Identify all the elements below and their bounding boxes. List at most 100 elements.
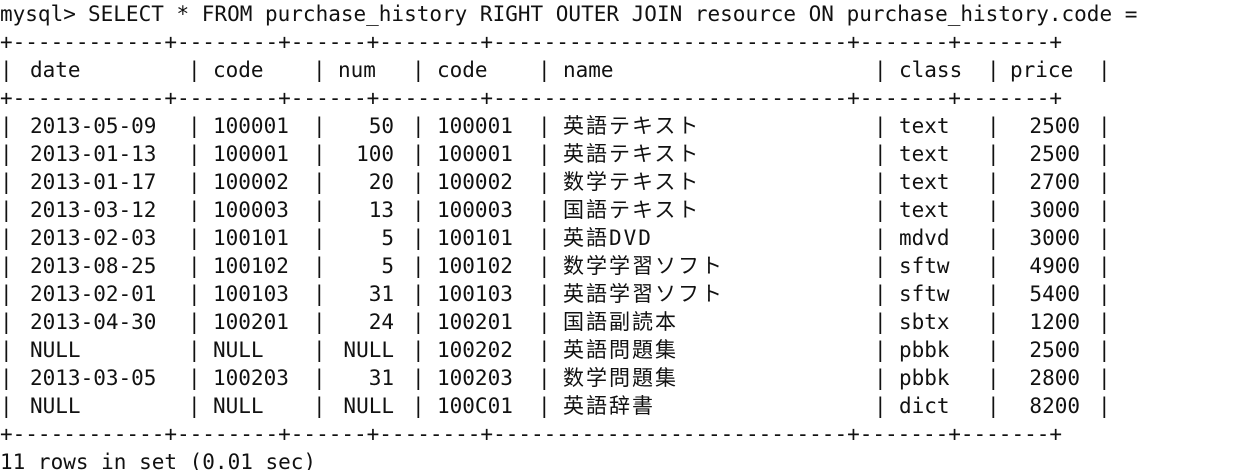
table-border-top: +------------+--------+------+--------+-… <box>0 28 1062 56</box>
column-separator: | <box>1098 366 1111 390</box>
column-separator: | <box>1098 394 1111 418</box>
column-separator: | <box>188 198 201 222</box>
column-separator: | <box>874 142 887 166</box>
column-separator: | <box>0 366 13 390</box>
cell-resource-code: 100202 <box>437 338 513 362</box>
table-header-row: | date | code | num | code | name | clas… <box>0 58 1111 82</box>
cell-price: 3000 <box>1029 198 1080 222</box>
cell-class: sftw <box>899 254 950 278</box>
column-separator: | <box>538 338 551 362</box>
cell-price: 2500 <box>1029 142 1080 166</box>
terminal-window[interactable]: mysql> SELECT * FROM purchase_history RI… <box>0 0 1254 470</box>
column-separator: | <box>874 366 887 390</box>
cell-code: 100001 <box>213 114 289 138</box>
cell-class: text <box>899 114 950 138</box>
cell-num: 5 <box>381 254 394 278</box>
column-separator: | <box>412 114 425 138</box>
column-separator: | <box>538 310 551 334</box>
cell-date: NULL <box>30 338 81 362</box>
cell-price: 3000 <box>1029 226 1080 250</box>
column-separator: | <box>0 282 13 306</box>
column-separator: | <box>987 338 1000 362</box>
column-separator: | <box>1098 170 1111 194</box>
cell-code: NULL <box>213 338 264 362</box>
column-separator: | <box>313 282 326 306</box>
table-border-mid: +------------+--------+------+--------+-… <box>0 84 1062 112</box>
column-separator: | <box>1098 310 1111 334</box>
column-separator: | <box>538 366 551 390</box>
column-separator: | <box>1098 226 1111 250</box>
column-header-price: price <box>1010 58 1074 82</box>
cell-num: 50 <box>368 114 394 138</box>
column-separator: | <box>412 226 425 250</box>
cell-num: 24 <box>368 310 394 334</box>
column-separator: | <box>874 338 887 362</box>
column-separator: | <box>874 254 887 278</box>
cell-name: 英語DVD <box>563 226 653 250</box>
column-separator: | <box>1098 142 1111 166</box>
cell-class: sbtx <box>899 310 950 334</box>
command-line: mysql> SELECT * FROM purchase_history RI… <box>0 0 1137 28</box>
column-header-class: class <box>899 58 963 82</box>
cell-class: mdvd <box>899 226 950 250</box>
column-separator: | <box>412 142 425 166</box>
column-separator: | <box>538 198 551 222</box>
cell-class: sftw <box>899 282 950 306</box>
cell-price: 2700 <box>1029 170 1080 194</box>
column-separator: | <box>313 394 326 418</box>
column-separator: | <box>188 338 201 362</box>
cell-price: 2800 <box>1029 366 1080 390</box>
column-separator: | <box>313 366 326 390</box>
cell-name: 英語問題集 <box>563 338 678 362</box>
column-separator: | <box>987 394 1000 418</box>
column-separator: | <box>313 170 326 194</box>
cell-code: 100003 <box>213 198 289 222</box>
cell-date: 2013-08-25 <box>30 254 157 278</box>
rows-count-text: 11 rows in set (0.01 sec) <box>0 450 317 470</box>
column-separator: | <box>412 198 425 222</box>
cell-date: 2013-01-17 <box>30 170 157 194</box>
column-separator: | <box>1098 114 1111 138</box>
column-separator: | <box>874 198 887 222</box>
column-separator: | <box>987 198 1000 222</box>
cell-price: 5400 <box>1029 282 1080 306</box>
cell-date: 2013-03-05 <box>30 366 157 390</box>
cell-date: 2013-04-30 <box>30 310 157 334</box>
cell-resource-code: 100103 <box>437 282 513 306</box>
cell-resource-code: 100C01 <box>437 394 513 418</box>
cell-resource-code: 100001 <box>437 114 513 138</box>
cell-resource-code: 100102 <box>437 254 513 278</box>
column-separator: | <box>188 254 201 278</box>
column-separator: | <box>188 226 201 250</box>
column-separator: | <box>188 282 201 306</box>
column-separator: | <box>0 254 13 278</box>
column-header-name: name <box>563 58 614 82</box>
column-separator: | <box>412 170 425 194</box>
column-separator: | <box>987 114 1000 138</box>
column-header-num: num <box>338 58 376 82</box>
column-separator: | <box>874 310 887 334</box>
cell-name: 英語テキスト <box>563 114 701 138</box>
column-separator: | <box>313 198 326 222</box>
cell-price: 8200 <box>1029 394 1080 418</box>
column-separator: | <box>0 226 13 250</box>
column-separator: | <box>874 394 887 418</box>
column-separator: | <box>987 282 1000 306</box>
column-separator: | <box>313 254 326 278</box>
column-header-date: date <box>30 58 81 82</box>
column-separator: | <box>313 142 326 166</box>
column-separator: | <box>0 394 13 418</box>
column-separator: | <box>987 310 1000 334</box>
column-separator: | <box>538 394 551 418</box>
column-separator: | <box>412 310 425 334</box>
cell-num: 5 <box>381 226 394 250</box>
cell-class: dict <box>899 394 950 418</box>
column-separator: | <box>412 254 425 278</box>
column-separator: | <box>0 114 13 138</box>
column-separator: | <box>538 282 551 306</box>
column-separator: | <box>538 114 551 138</box>
cell-price: 1200 <box>1029 310 1080 334</box>
column-separator: | <box>0 142 13 166</box>
column-separator: | <box>188 142 201 166</box>
column-separator: | <box>412 338 425 362</box>
